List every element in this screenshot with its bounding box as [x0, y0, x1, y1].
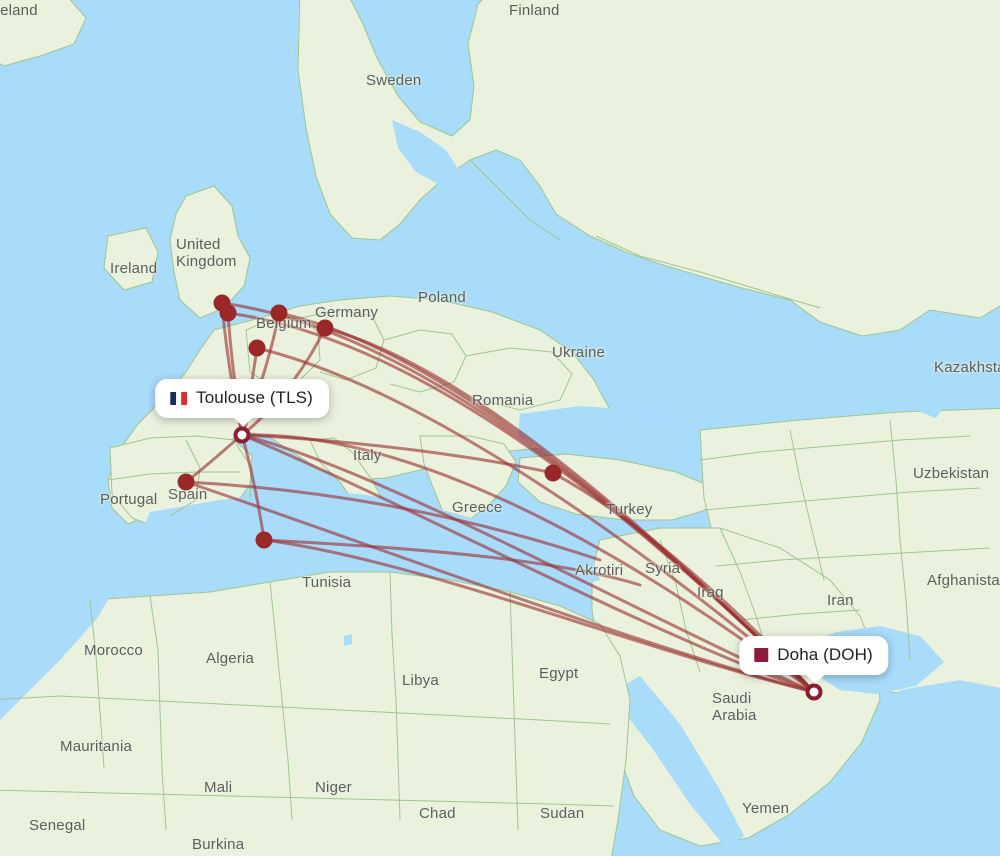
flight-route-map[interactable]: .land{fill:#eaf2de;stroke:#9ec68f;stroke… [0, 0, 1000, 856]
marker-istanbul[interactable] [544, 464, 562, 482]
toulouse-endpoint[interactable] [233, 426, 251, 444]
tooltip-toulouse[interactable]: Toulouse (TLS) [155, 379, 329, 427]
france-flag-icon [170, 391, 188, 405]
marker-frankfurt[interactable] [316, 319, 334, 337]
marker-madrid[interactable] [177, 473, 195, 491]
route-alg-east [262, 538, 642, 587]
qatar-flag-icon [754, 648, 769, 662]
marker-algiers[interactable] [255, 531, 273, 549]
tooltip-label-toulouse: Toulouse (TLS) [196, 388, 313, 407]
route-layer [184, 301, 816, 694]
marker-london-south[interactable] [219, 304, 237, 322]
route-mad-doh [184, 480, 816, 694]
tooltip-label-doha: Doha (DOH) [777, 645, 873, 664]
tooltip-doha[interactable]: Doha (DOH) [739, 636, 889, 684]
route-tls-mad [184, 433, 244, 484]
marker-brussels[interactable] [270, 304, 288, 322]
route-lhr-doh-2 [226, 311, 816, 694]
marker-paris[interactable] [248, 339, 266, 357]
route-cdg-doh [255, 346, 816, 694]
doha-endpoint[interactable] [805, 683, 823, 701]
route-lhr-doh-1 [220, 301, 816, 694]
